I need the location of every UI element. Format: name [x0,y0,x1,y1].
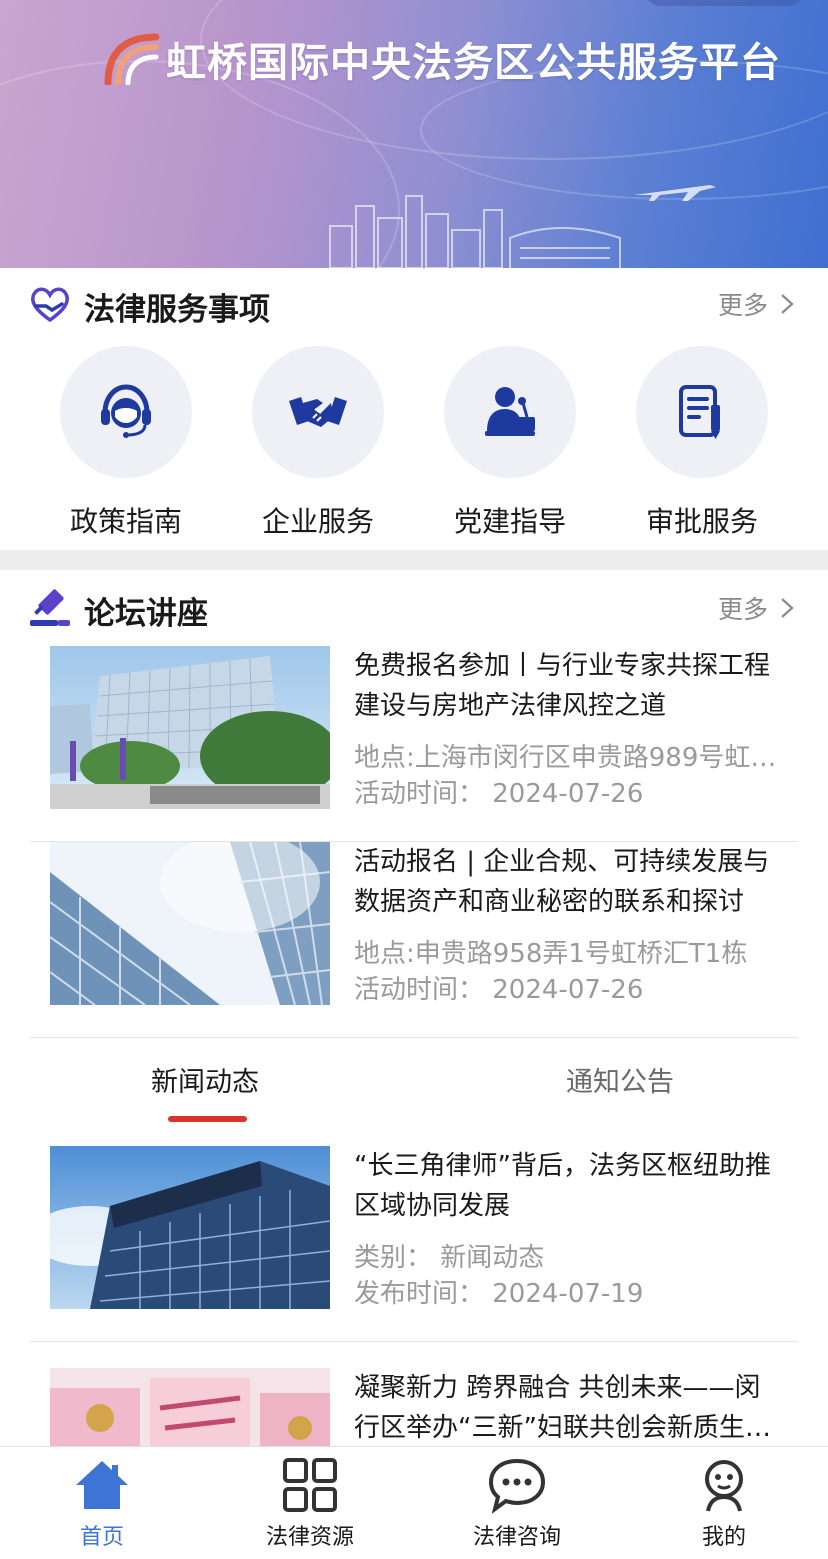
forum-item-title: 活动报名 | 企业合规、可持续发展与数据资产和商业秘密的联系和探讨 [354,847,770,917]
bottom-navigation: 首页 法律资源 法律咨询 我的 [0,1446,828,1559]
forum-item-location: 地点:上海市闵行区申贵路989号虹桥国际中央法务区 [354,743,778,773]
building-sign-photo [50,1146,330,1309]
nav-profile[interactable]: 我的 [644,1455,804,1551]
more-link[interactable]: 更多 [718,590,794,626]
tab-notices[interactable]: 通知公告 [566,1060,674,1099]
forum-header: 论坛讲座 更多 [0,576,828,636]
nav-label: 我的 [701,1525,746,1550]
nav-label: 法律咨询 [472,1525,561,1550]
service-label: 政策指南 [69,505,182,538]
customer-service-icon [101,384,151,438]
tab-news[interactable]: 新闻动态 [151,1060,259,1099]
home-icon [76,1461,128,1509]
glass-building-photo [50,842,330,1005]
city-skyline-illustration [329,195,621,268]
news-list-item[interactable]: “长三角律师”背后，法务区枢纽助推区域协同发展 类别： 新闻动态 发布时间： 2… [30,1146,798,1342]
nav-label: 首页 [79,1525,124,1550]
service-icon-circle [444,346,576,478]
news-item-title: 凝聚新力 跨界融合 共创未来——闵行区举办“三新”妇联共创会新质生产力 [354,1373,771,1443]
nav-legal-consultation[interactable]: 法律咨询 [437,1455,597,1551]
service-item-approval-service[interactable]: 审批服务 [606,346,798,540]
banner-pill [644,0,804,6]
news-item-time: 发布时间： 2024-07-19 [354,1279,644,1309]
chat-bubble-icon [488,1458,546,1514]
chevron-right-icon [781,598,794,618]
service-label: 审批服务 [645,505,758,538]
service-icon-circle [252,346,384,478]
service-icon-circle [60,346,192,478]
news-item-category: 类别： 新闻动态 [354,1243,545,1273]
section-title: 论坛讲座 [84,596,208,632]
speaker-podium-icon [485,387,535,436]
service-icon-circle [636,346,768,478]
nav-home[interactable]: 首页 [22,1455,182,1551]
more-label: 更多 [717,595,768,624]
forum-item-time: 活动时间： 2024-07-26 [354,779,644,809]
more-link[interactable]: 更多 [718,286,794,322]
header-banner: 虹桥国际中央法务区公共服务平台 [0,0,828,268]
section-divider [0,550,828,570]
banner-title: 虹桥国际中央法务区公共服务平台 [166,40,781,86]
service-item-policy-guide[interactable]: 政策指南 [30,346,222,540]
service-grid: 政策指南 企业服务 党建指导 审批服务 [0,346,828,546]
heart-hand-icon [31,287,69,323]
more-label: 更多 [717,291,768,320]
platform-logo-icon [104,33,160,85]
service-item-enterprise-service[interactable]: 企业服务 [222,346,414,540]
nav-label: 法律资源 [265,1525,354,1550]
grid-icon [283,1458,337,1512]
active-tab-indicator [168,1116,247,1122]
chevron-right-icon [781,294,794,314]
forum-list-item[interactable]: 免费报名参加丨与行业专家共探工程建设与房地产法律风控之道 地点:上海市闵行区申贵… [30,646,798,842]
service-item-party-guidance[interactable]: 党建指导 [414,346,606,540]
service-label: 党建指导 [453,505,566,538]
forum-item-title: 免费报名参加丨与行业专家共探工程建设与房地产法律风控之道 [354,651,771,721]
gavel-icon [30,589,70,626]
legal-services-header: 法律服务事项 更多 [0,272,828,332]
nav-legal-resources[interactable]: 法律资源 [230,1455,390,1551]
forum-item-time: 活动时间： 2024-07-26 [354,975,644,1005]
forum-list-item[interactable]: 活动报名 | 企业合规、可持续发展与数据资产和商业秘密的联系和探讨 地点:申贵路… [30,842,798,1038]
building-photo [50,646,330,809]
news-tab-bar: 新闻动态 通知公告 [0,1050,828,1130]
document-edit-icon [679,385,720,439]
user-icon [705,1460,743,1512]
news-item-title: “长三角律师”背后，法务区枢纽助推区域协同发展 [354,1151,771,1221]
section-title: 法律服务事项 [84,292,270,328]
handshake-icon [289,397,347,427]
service-label: 企业服务 [261,505,374,538]
forum-item-location: 地点:申贵路958弄1号虹桥汇T1栋 [354,939,748,969]
